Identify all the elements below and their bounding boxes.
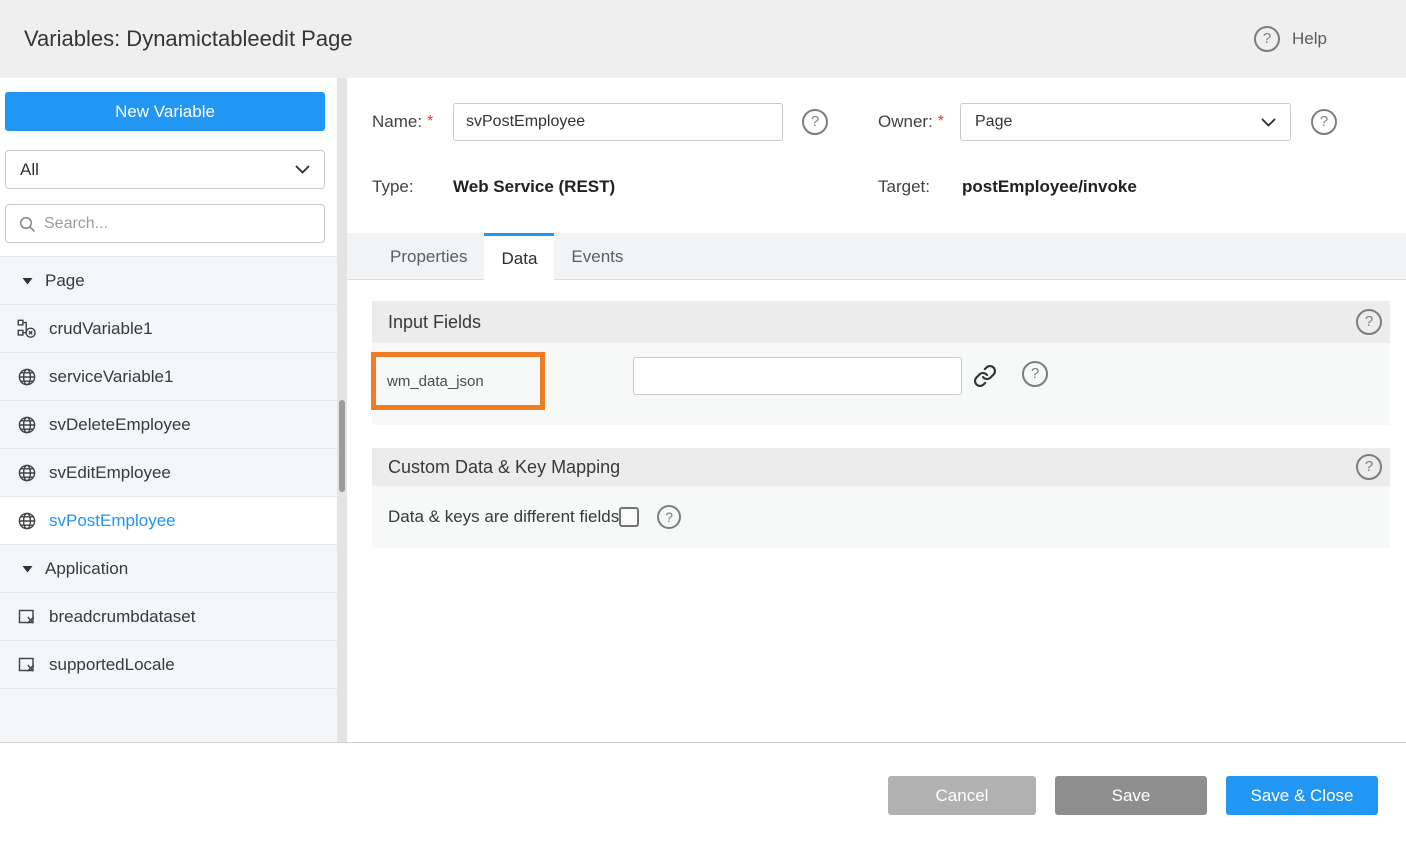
- tree-item-label: breadcrumbdataset: [49, 607, 195, 627]
- dialog-footer: Cancel Save Save & Close: [0, 742, 1406, 847]
- tree-item-label: svEditEmployee: [49, 463, 171, 483]
- tree-item-label: crudVariable1: [49, 319, 153, 339]
- variables-sidebar: New Variable All Page: [0, 78, 347, 742]
- required-asterisk: *: [938, 113, 944, 131]
- collapse-triangle-icon: [22, 565, 33, 573]
- owner-select[interactable]: Page: [960, 103, 1291, 141]
- tree-item-sveditemployee[interactable]: svEditEmployee: [0, 449, 337, 497]
- target-value: postEmployee/invoke: [962, 172, 1137, 202]
- checkbox-help-icon[interactable]: ?: [657, 505, 681, 529]
- tree-item-supportedlocale[interactable]: supportedLocale: [0, 641, 337, 689]
- tree-group-label: Page: [45, 271, 85, 291]
- different-fields-label: Data & keys are different fields: [388, 507, 619, 527]
- tree-group-page[interactable]: Page: [0, 257, 337, 305]
- new-variable-button[interactable]: New Variable: [5, 92, 325, 131]
- tree-item-label: svPostEmployee: [49, 511, 176, 531]
- tab-bar: Properties Data Events: [347, 233, 1406, 280]
- chevron-down-icon: [1261, 118, 1276, 127]
- input-fields-section: Input Fields ? wm_data_json ?: [372, 301, 1390, 425]
- crud-variable-icon: [17, 319, 37, 339]
- field-name-label: wm_data_json: [387, 373, 484, 390]
- footer-buttons: Cancel Save Save & Close: [888, 776, 1378, 815]
- field-name-highlight: wm_data_json: [371, 352, 545, 410]
- name-input[interactable]: [453, 103, 783, 141]
- tree-item-breadcrumbdataset[interactable]: breadcrumbdataset: [0, 593, 337, 641]
- custom-mapping-title: Custom Data & Key Mapping: [388, 457, 620, 478]
- variables-tree: Page crudVariable1 serviceVariable1: [0, 256, 337, 742]
- page-title: Variables: Dynamictableedit Page: [24, 0, 353, 78]
- help-label: Help: [1292, 29, 1327, 49]
- search-icon: [18, 215, 36, 233]
- custom-mapping-section: Custom Data & Key Mapping ? Data & keys …: [372, 448, 1390, 548]
- web-service-icon: [17, 463, 37, 483]
- help-button[interactable]: ? Help: [1254, 0, 1327, 78]
- input-fields-title: Input Fields: [388, 312, 481, 333]
- target-label: Target:: [878, 172, 930, 202]
- custom-mapping-header: Custom Data & Key Mapping ?: [372, 448, 1390, 486]
- tree-item-label: svDeleteEmployee: [49, 415, 191, 435]
- type-value: Web Service (REST): [453, 172, 615, 202]
- input-fields-header: Input Fields ?: [372, 301, 1390, 343]
- field-help-icon[interactable]: ?: [1022, 361, 1048, 387]
- cancel-button[interactable]: Cancel: [888, 776, 1036, 815]
- chevron-down-icon: [295, 165, 310, 174]
- name-help-icon[interactable]: ?: [802, 109, 828, 135]
- tree-item-crudvariable1[interactable]: crudVariable1: [0, 305, 337, 353]
- variable-editor-panel: Name:* ? Owner:* Page ? Type: Web Servic…: [347, 78, 1406, 742]
- web-service-icon: [17, 415, 37, 435]
- input-fields-help-icon[interactable]: ?: [1356, 309, 1382, 335]
- tree-item-servicevariable1[interactable]: serviceVariable1: [0, 353, 337, 401]
- save-button[interactable]: Save: [1055, 776, 1207, 815]
- owner-label: Owner:*: [878, 103, 944, 141]
- tree-item-label: supportedLocale: [49, 655, 175, 675]
- tab-properties[interactable]: Properties: [373, 233, 484, 280]
- name-label: Name:*: [372, 103, 433, 141]
- required-asterisk: *: [427, 113, 433, 131]
- collapse-triangle-icon: [22, 277, 33, 285]
- type-label: Type:: [372, 172, 414, 202]
- tab-data[interactable]: Data: [484, 233, 554, 281]
- owner-select-value: Page: [975, 113, 1012, 131]
- variable-search: [5, 204, 325, 243]
- tab-events[interactable]: Events: [554, 233, 640, 280]
- field-value-input[interactable]: [633, 357, 962, 395]
- model-variable-icon: [17, 607, 37, 627]
- sidebar-scrollbar-thumb[interactable]: [339, 400, 345, 492]
- tree-item-label: serviceVariable1: [49, 367, 173, 387]
- custom-mapping-body: Data & keys are different fields ?: [372, 486, 1390, 548]
- tree-item-svdeleteemployee[interactable]: svDeleteEmployee: [0, 401, 337, 449]
- input-fields-body: wm_data_json ?: [372, 343, 1390, 425]
- tree-item-svpostemployee[interactable]: svPostEmployee: [0, 497, 337, 545]
- sidebar-scrollbar-track[interactable]: [337, 78, 347, 742]
- bind-link-icon[interactable]: [973, 364, 997, 388]
- variable-filter-select[interactable]: All: [5, 150, 325, 189]
- tree-group-label: Application: [45, 559, 128, 579]
- different-fields-checkbox[interactable]: [619, 507, 639, 527]
- search-input[interactable]: [44, 215, 312, 233]
- variable-filter-value: All: [20, 160, 39, 180]
- web-service-icon: [17, 511, 37, 531]
- save-and-close-button[interactable]: Save & Close: [1226, 776, 1378, 815]
- model-variable-icon: [17, 655, 37, 675]
- help-icon: ?: [1254, 26, 1280, 52]
- web-service-icon: [17, 367, 37, 387]
- custom-mapping-help-icon[interactable]: ?: [1356, 454, 1382, 480]
- tree-group-application[interactable]: Application: [0, 545, 337, 593]
- dialog-header: Variables: Dynamictableedit Page ? Help: [0, 0, 1406, 78]
- owner-help-icon[interactable]: ?: [1311, 109, 1337, 135]
